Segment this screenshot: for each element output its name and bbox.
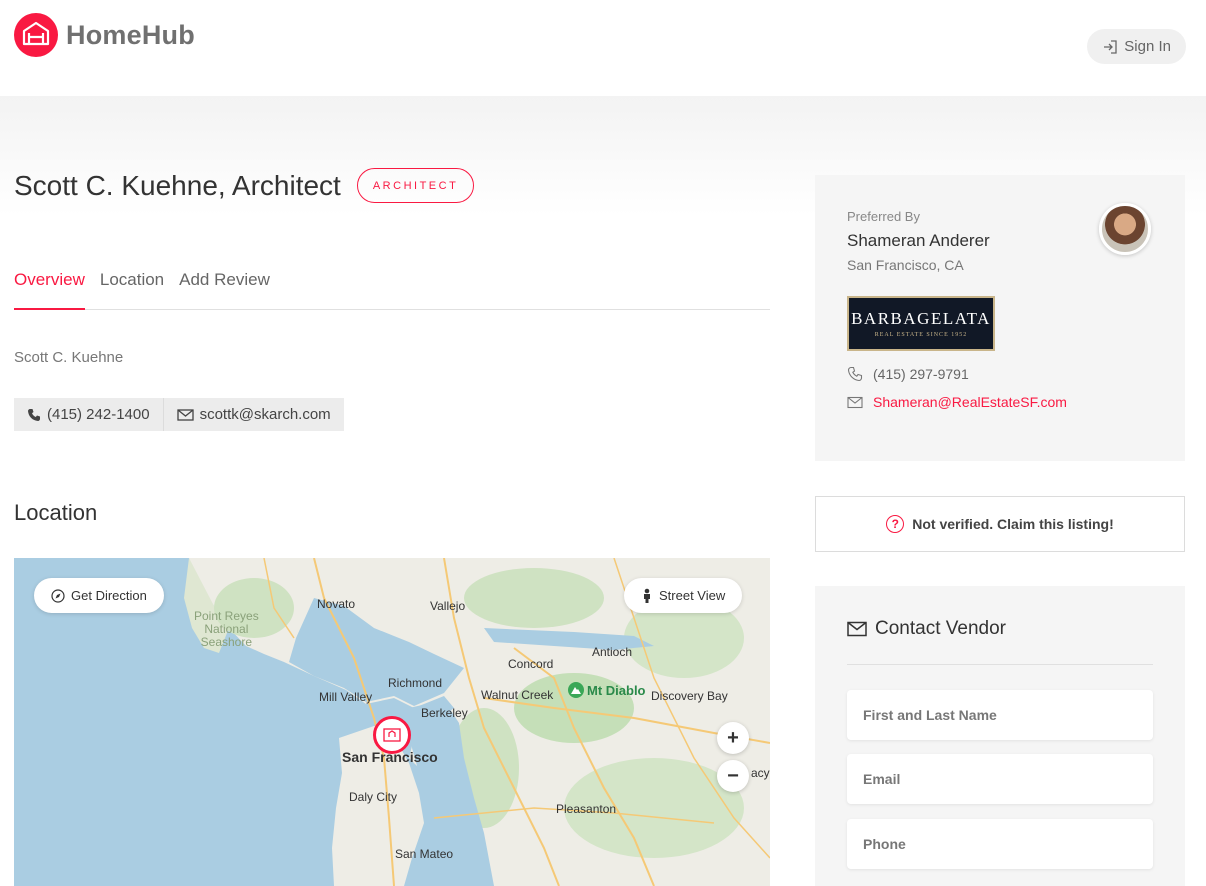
envelope-icon [847, 621, 867, 637]
location-map[interactable]: Get Direction Street View Novato Vallejo… [14, 558, 770, 886]
email-address: scottk@skarch.com [199, 406, 331, 423]
preferred-agent-city: San Francisco, CA [847, 257, 964, 273]
contact-vendor-card: Contact Vendor First and Last Name Email… [815, 586, 1185, 886]
listing-tabs: Overview Location Add Review [14, 262, 770, 310]
map-label-berkeley: Berkeley [421, 706, 468, 720]
sign-in-label: Sign In [1124, 38, 1171, 55]
zoom-out-button[interactable]: − [717, 760, 749, 792]
zoom-in-button[interactable]: + [717, 722, 749, 754]
map-label-vallejo: Vallejo [430, 599, 466, 613]
listing-map-pin[interactable] [373, 716, 411, 754]
contact-vendor-title: Contact Vendor [875, 618, 1006, 639]
map-label-discovery-bay: Discovery Bay [651, 689, 728, 703]
claim-listing-text: Not verified. Claim this listing! [912, 516, 1114, 532]
brand-name: HomeHub [66, 19, 195, 50]
building-icon [383, 728, 401, 742]
listing-title: Scott C. Kuehne, Architect [14, 169, 341, 201]
email-input[interactable]: Email [847, 754, 1153, 804]
map-label-tracy: acy [751, 766, 770, 780]
map-label-pleasanton: Pleasanton [556, 802, 617, 816]
get-direction-label: Get Direction [71, 588, 147, 603]
map-label-concord: Concord [508, 657, 554, 671]
claim-listing-button[interactable]: ? Not verified. Claim this listing! [815, 496, 1185, 552]
house-logo-icon [14, 13, 58, 57]
mountain-icon [568, 682, 584, 698]
category-tag[interactable]: ARCHITECT [356, 168, 475, 203]
phone-chip[interactable]: (415) 242-1400 [14, 398, 163, 431]
map-label-richmond: Richmond [388, 676, 443, 690]
get-direction-button[interactable]: Get Direction [34, 578, 164, 613]
compass-icon [51, 588, 65, 603]
tab-overview[interactable]: Overview [14, 262, 85, 310]
brokerage-logo[interactable]: BARBAGELATA REAL ESTATE SINCE 1952 [847, 296, 995, 351]
map-label-novato: Novato [317, 597, 356, 611]
owner-name: Scott C. Kuehne [14, 349, 124, 366]
street-view-button[interactable]: Street View [624, 578, 743, 613]
map-label-san-mateo: San Mateo [395, 847, 454, 861]
top-header: HomeHub Sign In [0, 0, 1206, 96]
brokerage-name: BARBAGELATA [851, 309, 991, 328]
contact-chips: (415) 242-1400 scottk@skarch.com [14, 398, 344, 431]
phone-input[interactable]: Phone [847, 819, 1153, 869]
phone-icon [28, 408, 40, 421]
email-chip[interactable]: scottk@skarch.com [162, 398, 344, 431]
brand-logo[interactable]: HomeHub [14, 13, 195, 57]
street-view-label: Street View [659, 588, 726, 603]
agent-phone-text: (415) 297-9791 [873, 366, 969, 382]
preferred-agent-name[interactable]: Shameran Anderer [847, 231, 990, 251]
map-label-walnut-creek: Walnut Creek [481, 688, 554, 702]
phone-outline-icon [847, 366, 863, 382]
agent-phone[interactable]: (415) 297-9791 [847, 366, 969, 382]
mt-diablo-text: Mt Diablo [587, 682, 646, 698]
location-heading: Location [14, 500, 98, 525]
brokerage-tagline: REAL ESTATE SINCE 1952 [874, 332, 968, 338]
map-label-antioch: Antioch [592, 645, 633, 659]
street-view-person-icon [644, 588, 650, 603]
tab-location[interactable]: Location [100, 262, 164, 310]
listing-title-row: Scott C. Kuehne, Architect ARCHITECT [14, 168, 475, 203]
divider [847, 664, 1153, 665]
contact-vendor-heading: Contact Vendor [847, 618, 1006, 640]
sign-in-icon [1104, 39, 1117, 54]
agent-email-text: Shameran@RealEstateSF.com [873, 394, 1067, 410]
agent-avatar[interactable] [1099, 203, 1151, 255]
envelope-outline-icon [847, 396, 863, 408]
name-input[interactable]: First and Last Name [847, 690, 1153, 740]
agent-email[interactable]: Shameran@RealEstateSF.com [847, 394, 1067, 410]
tab-add-review[interactable]: Add Review [179, 262, 270, 310]
envelope-icon [176, 408, 194, 421]
map-label-mt-diablo: Mt Diablo [568, 682, 646, 698]
map-label-mill-valley: Mill Valley [319, 690, 373, 704]
question-circle-icon: ? [886, 515, 905, 533]
sign-in-button[interactable]: Sign In [1087, 29, 1186, 64]
map-label-point-reyes: Point Reyes National Seashore [194, 609, 259, 649]
map-label-daly-city: Daly City [349, 790, 398, 804]
preferred-by-card: Preferred By Shameran Anderer San Franci… [815, 175, 1185, 461]
phone-number: (415) 242-1400 [47, 406, 150, 423]
preferred-by-label: Preferred By [847, 209, 920, 224]
